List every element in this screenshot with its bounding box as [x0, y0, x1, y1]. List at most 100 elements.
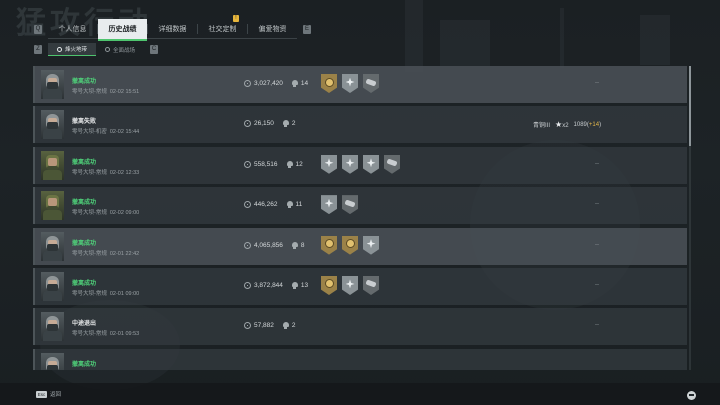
medal-icon[interactable] [363, 154, 379, 174]
match-stats: 57,882 2 [244, 322, 296, 330]
match-row[interactable]: 撤离成功零号大坝-常规 02-02 12:33 558,516 12 -- [33, 146, 687, 184]
rank-stars: ★x2 [555, 120, 569, 129]
loot-value: 446,262 [254, 201, 278, 209]
match-row[interactable]: 中途退出 零号大坝-常规 02-01 09:53 57,882 2 -- [33, 308, 687, 346]
coin-icon [244, 120, 251, 128]
match-row[interactable]: 撤离失败 零号大坝-机密 02-02 15:44 26,150 2 青铜III ★x2 108… [33, 106, 687, 144]
kill-count: 8 [300, 241, 305, 249]
match-stats: 4,065,856 8 [244, 241, 305, 249]
coin-icon [244, 281, 251, 289]
prev-subtab-key[interactable]: Z [34, 45, 42, 54]
tab-label: 个人信息 [58, 26, 87, 33]
map-name: 零号大坝-常规 [72, 250, 107, 257]
operator-avatar [41, 271, 64, 301]
match-meta: 零号大坝-常规 02-02 15:51 [72, 87, 139, 95]
back-button[interactable]: Esc 返回 [36, 390, 61, 398]
medal-icon[interactable] [363, 74, 379, 93]
scrollbar-thumb[interactable] [689, 66, 691, 146]
match-meta: 零号大坝-常规 02-02 12:33 [72, 168, 139, 176]
match-result: 撤离成功 [72, 200, 97, 207]
subtab-1[interactable]: 烽火地带 [48, 43, 96, 56]
map-name: 零号大坝-常规 [72, 331, 107, 338]
tab-label: 偏爱物资 [258, 26, 287, 33]
medal-list [321, 275, 379, 295]
empty-field: -- [595, 160, 599, 167]
empty-field: -- [595, 80, 599, 86]
skull-icon [282, 322, 289, 330]
coin-icon [244, 201, 251, 209]
operator-avatar [41, 352, 64, 370]
medal-icon[interactable] [342, 235, 358, 255]
medal-icon[interactable] [363, 275, 379, 295]
map-name: 零号大坝-常规 [72, 169, 107, 176]
medal-icon[interactable] [321, 235, 337, 255]
tab-1[interactable]: 个人信息 [48, 19, 97, 39]
empty-field: -- [595, 201, 599, 208]
match-meta: 零号大坝-常规 02-01 09:53 [72, 329, 139, 337]
match-result: 撤离失败 [72, 119, 97, 126]
esc-key: Esc [36, 390, 47, 398]
match-row[interactable]: 撤离成功零号大坝-常规 02-02 09:00 446,262 11 -- [33, 187, 687, 225]
medal-icon[interactable] [342, 195, 358, 215]
match-row[interactable]: 撤离成功 [33, 348, 687, 370]
tab-4[interactable]: 社交定制! [198, 15, 247, 39]
tab-label: 社交定制 [208, 26, 237, 33]
tab-5[interactable]: 偏爱物资 [248, 19, 297, 39]
match-result: 撤离成功 [72, 280, 97, 287]
match-stats: 446,262 11 [244, 201, 303, 209]
medal-icon[interactable] [321, 195, 337, 215]
kill-count: 11 [295, 201, 303, 209]
match-row[interactable]: 撤离成功 零号大坝-常规 02-01 09:00 3,872,844 13 -- [33, 267, 687, 305]
kill-count: 2 [291, 322, 296, 330]
loot-value: 4,065,856 [254, 241, 283, 249]
medal-icon[interactable] [321, 154, 337, 174]
match-time: 02-01 09:00 [109, 290, 140, 297]
coin-icon [244, 160, 251, 168]
medal-icon[interactable] [342, 275, 358, 295]
kill-count: 14 [300, 80, 309, 87]
map-name: 零号大坝-常规 [72, 210, 107, 217]
subtab-label: 全面战场 [112, 47, 135, 54]
medal-icon[interactable] [321, 275, 337, 295]
map-name: 零号大坝-常规 [72, 89, 107, 95]
next-tab-key[interactable]: E [303, 24, 311, 34]
match-time: 02-02 09:00 [109, 210, 140, 217]
medal-list [321, 74, 379, 93]
sub-tabs: 烽火地带 全面战场 [48, 43, 144, 56]
medal-icon[interactable] [363, 235, 379, 255]
chat-icon[interactable] [687, 391, 696, 400]
match-stats: 3,872,844 13 [244, 281, 308, 289]
medal-icon[interactable] [342, 154, 358, 174]
empty-field: -- [595, 322, 599, 329]
match-stats: 3,027,420 14 [244, 80, 308, 87]
operator-avatar [41, 231, 64, 261]
match-result: 撤离成功 [72, 159, 97, 166]
empty-field: -- [595, 241, 599, 248]
subtab-2[interactable]: 全面战场 [96, 43, 144, 56]
skull-icon [282, 120, 289, 128]
match-row[interactable]: 撤离成功 零号大坝-常规 02-02 15:51 3,027,420 14 -- [33, 66, 687, 103]
loot-value: 558,516 [254, 160, 278, 168]
map-name: 零号大坝-常规 [72, 290, 107, 297]
battlefield-icon [104, 47, 110, 52]
prev-tab-key[interactable]: Q [34, 24, 42, 34]
kill-count: 2 [291, 120, 296, 128]
tab-3[interactable]: 详细数据 [148, 19, 197, 39]
main-tabs: 个人信息 历史战绩 详细数据 社交定制! 偏爱物资 [48, 15, 297, 41]
skull-icon [291, 281, 298, 289]
operator-avatar [41, 150, 64, 180]
medal-icon[interactable] [384, 154, 400, 174]
kill-count: 12 [295, 160, 303, 168]
mode-icon [56, 46, 62, 52]
back-label: 返回 [50, 392, 62, 398]
tab-2[interactable]: 历史战绩 [98, 19, 147, 41]
medal-icon[interactable] [321, 74, 337, 93]
tab-label: 详细数据 [158, 26, 187, 33]
medal-icon[interactable] [342, 74, 358, 93]
next-subtab-key[interactable]: C [150, 45, 158, 54]
match-meta: 零号大坝-机密 02-02 15:44 [72, 127, 139, 135]
match-row[interactable]: 撤离成功 零号大坝-常规 02-01 22:42 4,065,856 8 -- [33, 227, 687, 265]
medal-list [321, 195, 358, 215]
match-stats: 558,516 12 [244, 160, 303, 168]
sub-tab-bar: Z 烽火地带 全面战场 C [34, 43, 158, 56]
